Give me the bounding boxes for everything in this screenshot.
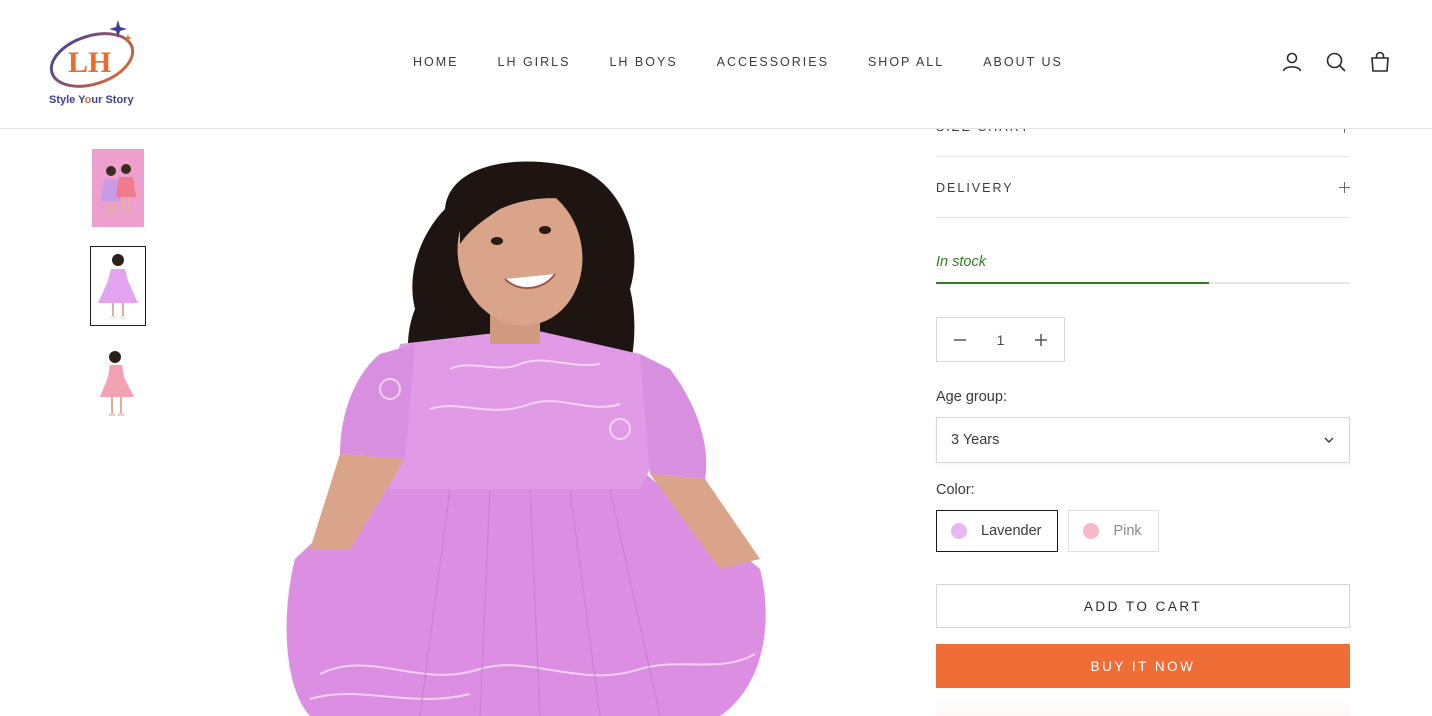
pink-dress-photo (92, 345, 144, 423)
decrease-quantity-button[interactable] (951, 331, 969, 349)
logo-tagline: Style Your Story (49, 94, 134, 106)
header-actions (1280, 50, 1392, 74)
nav-item-about-us[interactable]: ABOUT US (983, 55, 1063, 69)
thumbnail-two-girls[interactable] (90, 148, 146, 228)
main-nav: HOME LH GIRLS LH BOYS ACCESSORIES SHOP A… (413, 55, 1102, 69)
color-swatch-pink[interactable]: Pink (1068, 510, 1159, 552)
quantity-input[interactable] (980, 331, 1021, 348)
stock-level-fill (936, 282, 1210, 284)
account-icon[interactable] (1280, 50, 1304, 74)
accordion-delivery-label: DELIVERY (936, 181, 1014, 195)
thumbnail-pink-dress[interactable] (90, 344, 146, 424)
stock-status: In stock (936, 254, 986, 270)
age-group-label: Age group: (936, 389, 1007, 405)
product-main-image[interactable] (200, 129, 880, 716)
two-girls-photo (92, 149, 144, 227)
lavender-dress-photo (92, 247, 144, 325)
svg-text:LH: LH (68, 46, 111, 79)
color-swatch-lavender[interactable]: Lavender (936, 510, 1059, 552)
age-group-select[interactable]: 3 Years (936, 417, 1350, 463)
color-swatch-label: Lavender (981, 523, 1042, 539)
age-group-selected-value: 3 Years (951, 432, 1000, 448)
logo-mark-icon: LH (49, 20, 135, 88)
plus-icon (1339, 182, 1350, 193)
nav-item-lh-boys[interactable]: LH BOYS (609, 55, 677, 69)
accordion-delivery[interactable]: DELIVERY (936, 157, 1350, 218)
pink-swatch-dot (1083, 523, 1100, 539)
color-label: Color: (936, 482, 975, 498)
thumbnail-lavender-dress[interactable] (90, 246, 146, 326)
buy-now-button[interactable]: BUY IT NOW (936, 644, 1350, 688)
color-swatch-label: Pink (1113, 523, 1142, 539)
chevron-down-icon (1324, 437, 1334, 443)
add-to-cart-button[interactable]: ADD TO CART (936, 584, 1350, 628)
site-header: LH Style Your Story HOME LH GIRLS LH BOY… (0, 0, 1432, 129)
payment-options-strip (936, 700, 1350, 716)
girl-in-lavender-dress-photo (200, 129, 880, 716)
search-icon[interactable] (1324, 50, 1348, 74)
plus-icon (1035, 333, 1047, 346)
lavender-swatch-dot (951, 523, 967, 539)
color-swatch-list: Lavender Pink (936, 510, 1159, 552)
brand-logo[interactable]: LH Style Your Story (46, 16, 142, 112)
minus-icon (954, 338, 966, 341)
increase-quantity-button[interactable] (1032, 331, 1050, 349)
stock-level-bar (936, 282, 1350, 284)
nav-item-shop-all[interactable]: SHOP ALL (868, 55, 944, 69)
quantity-stepper (936, 317, 1065, 362)
cart-icon[interactable] (1368, 50, 1392, 74)
nav-item-home[interactable]: HOME (413, 55, 459, 69)
nav-item-lh-girls[interactable]: LH GIRLS (498, 55, 571, 69)
thumbnail-list (90, 148, 146, 442)
nav-item-accessories[interactable]: ACCESSORIES (717, 55, 829, 69)
